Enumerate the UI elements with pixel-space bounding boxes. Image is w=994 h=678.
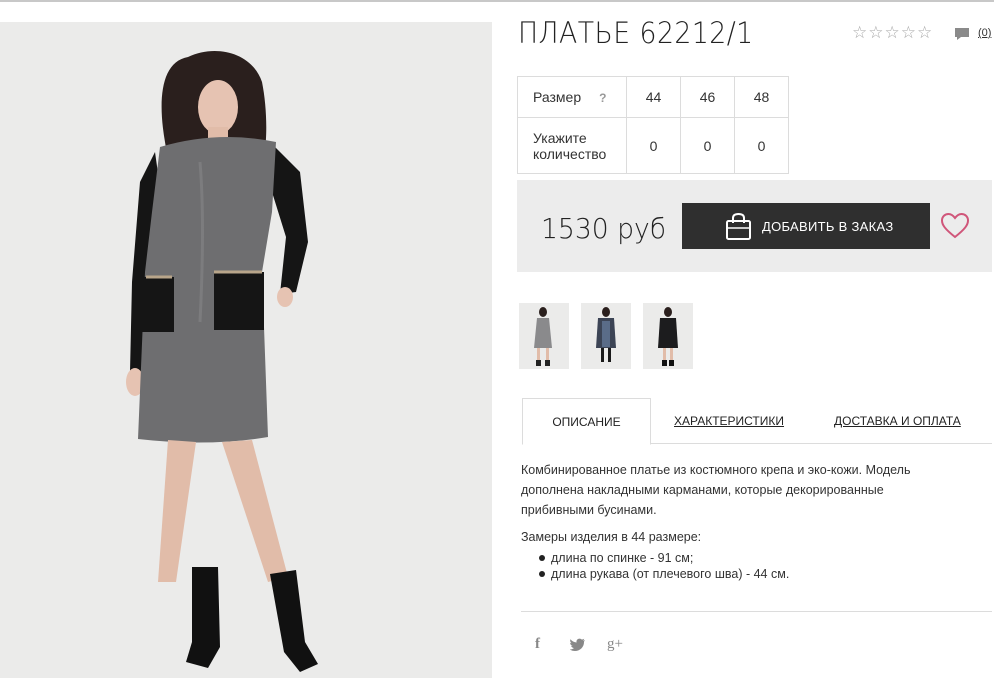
thumbnail-2[interactable] xyxy=(581,303,631,369)
facebook-icon[interactable]: f xyxy=(535,636,540,653)
tab-characteristics[interactable]: ХАРАКТЕРИСТИКИ xyxy=(674,398,784,444)
google-plus-icon[interactable]: g+ xyxy=(607,636,623,653)
comments-count-link[interactable]: (0) xyxy=(978,27,991,39)
thumbnail-1[interactable] xyxy=(519,303,569,369)
product-description: Комбинированное платье из костюмного кре… xyxy=(521,463,911,517)
comment-icon[interactable] xyxy=(954,27,970,41)
star-outline-icon[interactable]: ☆ xyxy=(852,24,867,41)
tab-description[interactable]: ОПИСАНИЕ xyxy=(522,398,651,445)
list-item: длина по спинке - 91 см; xyxy=(539,550,789,566)
tab-delivery-payment[interactable]: ДОСТАВКА И ОПЛАТА xyxy=(834,398,961,444)
size-table: Размер? 44 46 48 Укажите количество 0 0 … xyxy=(517,76,789,174)
size-label: Размер xyxy=(533,89,582,105)
size-help-icon[interactable]: ? xyxy=(599,91,606,105)
star-outline-icon[interactable]: ☆ xyxy=(885,24,900,41)
star-outline-icon[interactable]: ☆ xyxy=(901,24,916,41)
measurements-list: длина по спинке - 91 см; длина рукава (о… xyxy=(539,550,789,582)
size-label-cell: Размер? xyxy=(517,76,627,118)
size-option-44: 44 xyxy=(626,76,681,118)
add-to-order-label: ДОБАВИТЬ В ЗАКАЗ xyxy=(762,218,894,234)
product-tabs: ОПИСАНИЕ ХАРАКТЕРИСТИКИ ДОСТАВКА И ОПЛАТ… xyxy=(522,398,992,445)
list-item: длина рукава (от плечевого шва) - 44 см. xyxy=(539,566,789,582)
twitter-icon[interactable] xyxy=(570,638,586,651)
size-option-46: 46 xyxy=(680,76,735,118)
star-outline-icon[interactable]: ☆ xyxy=(917,24,932,41)
heart-icon[interactable] xyxy=(941,213,969,239)
measurements-title: Замеры изделия в 44 размере: xyxy=(521,530,702,544)
top-divider xyxy=(0,0,994,2)
product-title: ПЛАТЬЕ 62212/1 xyxy=(518,16,754,50)
size-option-48: 48 xyxy=(734,76,789,118)
quantity-input-48[interactable]: 0 xyxy=(734,117,789,174)
product-main-image xyxy=(0,22,492,678)
quantity-label: Укажите количество xyxy=(517,117,627,174)
star-outline-icon[interactable]: ☆ xyxy=(868,24,883,41)
rating-stars[interactable]: ☆ ☆ ☆ ☆ ☆ xyxy=(852,24,932,41)
shopping-bag-icon xyxy=(726,212,751,240)
quantity-input-46[interactable]: 0 xyxy=(680,117,735,174)
divider xyxy=(521,611,992,612)
add-to-order-button[interactable]: ДОБАВИТЬ В ЗАКАЗ xyxy=(682,203,930,249)
quantity-input-44[interactable]: 0 xyxy=(626,117,681,174)
buy-box: 1530 руб ДОБАВИТЬ В ЗАКАЗ xyxy=(517,180,992,272)
thumbnail-3[interactable] xyxy=(643,303,693,369)
product-price: 1530 руб xyxy=(541,212,667,245)
